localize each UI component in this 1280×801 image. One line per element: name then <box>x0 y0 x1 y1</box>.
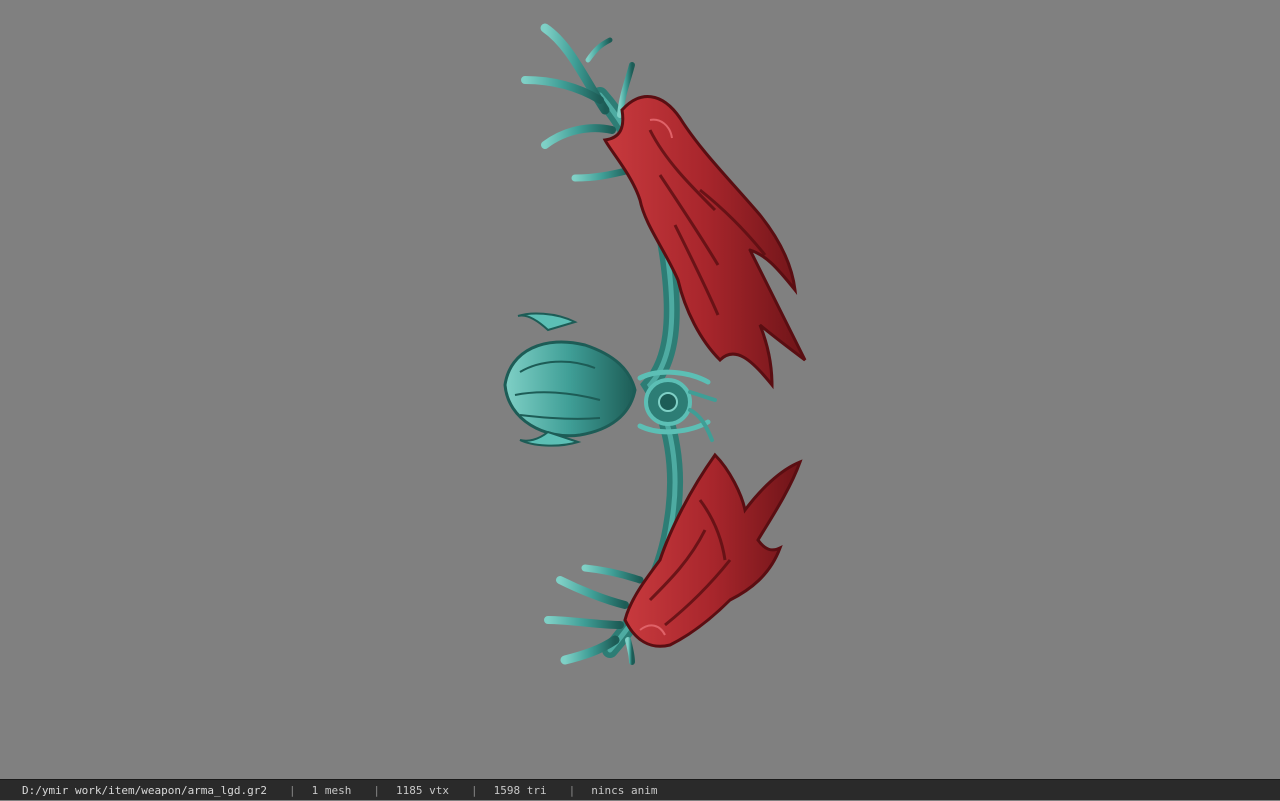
bow-weapon-model <box>503 23 807 665</box>
status-bar: D:/ymir work/item/weapon/arma_lgd.gr2 | 1 … <box>0 779 1280 800</box>
separator: | <box>289 784 296 797</box>
separator: | <box>373 784 381 797</box>
mesh-count: 1 mesh <box>311 784 352 797</box>
upper-dragon-head <box>602 95 807 390</box>
vertex-count: 1185 vtx <box>396 784 450 797</box>
separator: | <box>568 784 576 797</box>
triangle-count: 1598 tri <box>493 784 547 797</box>
separator: | <box>471 784 478 797</box>
grip-ornament <box>503 312 717 447</box>
lower-dragon-head <box>623 452 803 648</box>
animation-status: nincs anim <box>591 784 658 797</box>
file-path: D:/ymir work/item/weapon/arma_lgd.gr2 <box>22 784 268 797</box>
model-viewport[interactable] <box>0 0 1280 779</box>
